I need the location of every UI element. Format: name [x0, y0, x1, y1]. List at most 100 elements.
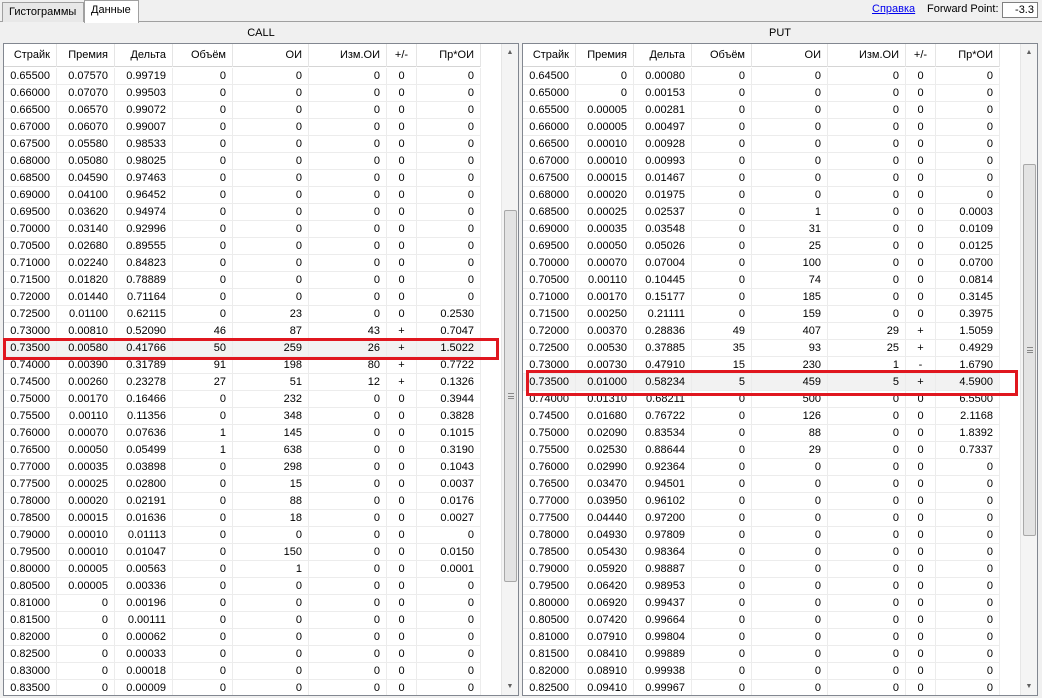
table-row[interactable]: 0.80000 0.06920 0.99437 0 0 0 0 0 [523, 595, 1000, 612]
table-row[interactable]: 0.83500 0 0.00009 0 0 0 0 0 [4, 680, 481, 695]
tab-histograms[interactable]: Гистограммы [2, 2, 84, 22]
table-row[interactable]: 0.68000 0.00020 0.01975 0 0 0 0 0 [523, 187, 1000, 204]
table-row[interactable]: 0.77000 0.00035 0.03898 0 298 0 0 0.1043 [4, 459, 481, 476]
table-row[interactable]: 0.81000 0 0.00196 0 0 0 0 0 [4, 595, 481, 612]
table-row[interactable]: 0.74500 0.00260 0.23278 27 51 12 +0.1326 [4, 374, 481, 391]
table-row[interactable]: 0.77500 0.00025 0.02800 0 15 0 0 0.0037 [4, 476, 481, 493]
table-row[interactable]: 0.74000 0.00390 0.31789 91 198 80 +0.7722 [4, 357, 481, 374]
table-row[interactable]: 0.65000 0 0.00153 0 0 0 0 0 [523, 85, 1000, 102]
table-row[interactable]: 0.65500 0.00005 0.00281 0 0 0 0 0 [523, 102, 1000, 119]
table-row[interactable]: 0.81500 0.08410 0.99889 0 0 0 0 0 [523, 646, 1000, 663]
table-row[interactable]: 0.70500 0.02680 0.89555 0 0 0 0 0 [4, 238, 481, 255]
table-row[interactable]: 0.81000 0.07910 0.99804 0 0 0 0 0 [523, 629, 1000, 646]
call-scroll-thumb[interactable] [504, 210, 517, 582]
table-row[interactable]: 0.78000 0.00020 0.02191 0 88 0 0 0.0176 [4, 493, 481, 510]
table-row[interactable]: 0.69500 0.00050 0.05026 0 25 0 0 0.0125 [523, 238, 1000, 255]
column-header-premium[interactable]: Премия [576, 44, 634, 67]
scroll-down-arrow-icon[interactable]: ▼ [1021, 678, 1037, 695]
table-row[interactable]: 0.66500 0.00010 0.00928 0 0 0 0 0 [523, 136, 1000, 153]
column-header-sign[interactable]: +/- [906, 44, 936, 67]
table-row[interactable]: 0.82500 0 0.00033 0 0 0 0 0 [4, 646, 481, 663]
table-row[interactable]: 0.67500 0.05580 0.98533 0 0 0 0 0 [4, 136, 481, 153]
table-row[interactable]: 0.74500 0.01680 0.76722 0 126 0 0 2.1168 [523, 408, 1000, 425]
table-row[interactable]: 0.71000 0.00170 0.15177 0 185 0 0 0.3145 [523, 289, 1000, 306]
table-row[interactable]: 0.76000 0.00070 0.07636 1 145 0 0 0.1015 [4, 425, 481, 442]
table-row[interactable]: 0.69000 0.04100 0.96452 0 0 0 0 0 [4, 187, 481, 204]
table-row[interactable]: 0.83000 0 0.00018 0 0 0 0 0 [4, 663, 481, 680]
table-row[interactable]: 0.71500 0.00250 0.21111 0 159 0 0 0.3975 [523, 306, 1000, 323]
table-row[interactable]: 0.78000 0.04930 0.97809 0 0 0 0 0 [523, 527, 1000, 544]
table-row[interactable]: 0.75000 0.02090 0.83534 0 88 0 0 1.8392 [523, 425, 1000, 442]
scroll-up-arrow-icon[interactable]: ▲ [502, 44, 518, 61]
column-header-pr-oi[interactable]: Пр*ОИ [417, 44, 481, 67]
table-row[interactable]: 0.67000 0.00010 0.00993 0 0 0 0 0 [523, 153, 1000, 170]
column-header-oi[interactable]: ОИ [752, 44, 828, 67]
call-scrollbar[interactable]: ▲ ▼ [501, 44, 518, 695]
table-row[interactable]: 0.74000 0.01310 0.68211 0 500 0 0 6.5500 [523, 391, 1000, 408]
table-row[interactable]: 0.75500 0.00110 0.11356 0 348 0 0 0.3828 [4, 408, 481, 425]
table-row[interactable]: 0.69000 0.00035 0.03548 0 31 0 0 0.0109 [523, 221, 1000, 238]
column-header-delta[interactable]: Дельта [115, 44, 173, 67]
table-row[interactable]: 0.79500 0.06420 0.98953 0 0 0 0 0 [523, 578, 1000, 595]
table-row[interactable]: 0.79000 0.00010 0.01113 0 0 0 0 0 [4, 527, 481, 544]
table-row[interactable]: 0.68500 0.04590 0.97463 0 0 0 0 0 [4, 170, 481, 187]
table-row[interactable]: 0.75000 0.00170 0.16466 0 232 0 0 0.3944 [4, 391, 481, 408]
table-row[interactable]: 0.72000 0.00370 0.28836 49 407 29 +1.5059 [523, 323, 1000, 340]
table-row[interactable]: 0.69500 0.03620 0.94974 0 0 0 0 0 [4, 204, 481, 221]
table-row[interactable]: 0.67500 0.00015 0.01467 0 0 0 0 0 [523, 170, 1000, 187]
table-row[interactable]: 0.76500 0.03470 0.94501 0 0 0 0 0 [523, 476, 1000, 493]
table-row[interactable]: 0.73500 0.01000 0.58234 5 459 5 +4.5900 [523, 374, 1000, 391]
table-row[interactable]: 0.79000 0.05920 0.98887 0 0 0 0 0 [523, 561, 1000, 578]
table-row[interactable]: 0.76500 0.00050 0.05499 1 638 0 0 0.3190 [4, 442, 481, 459]
forward-point-input[interactable]: -3.3 [1002, 2, 1038, 18]
table-row[interactable]: 0.77000 0.03950 0.96102 0 0 0 0 0 [523, 493, 1000, 510]
column-header-sign[interactable]: +/- [387, 44, 417, 67]
table-row[interactable]: 0.82000 0 0.00062 0 0 0 0 0 [4, 629, 481, 646]
table-row[interactable]: 0.72500 0.00530 0.37885 35 93 25 +0.4929 [523, 340, 1000, 357]
column-header-strike[interactable]: Страйк [4, 44, 57, 67]
table-row[interactable]: 0.70000 0.00070 0.07004 0 100 0 0 0.0700 [523, 255, 1000, 272]
table-row[interactable]: 0.82500 0.09410 0.99967 0 0 0 0 0 [523, 680, 1000, 695]
table-row[interactable]: 0.73000 0.00810 0.52090 46 87 43 +0.7047 [4, 323, 481, 340]
column-header-oi-change[interactable]: Изм.ОИ [309, 44, 387, 67]
table-row[interactable]: 0.68500 0.00025 0.02537 0 1 0 0 0.0003 [523, 204, 1000, 221]
table-row[interactable]: 0.65500 0.07570 0.99719 0 0 0 0 0 [4, 68, 481, 85]
table-row[interactable]: 0.81500 0 0.00111 0 0 0 0 0 [4, 612, 481, 629]
table-row[interactable]: 0.79500 0.00010 0.01047 0 150 0 0 0.0150 [4, 544, 481, 561]
column-header-delta[interactable]: Дельта [634, 44, 692, 67]
column-header-oi-change[interactable]: Изм.ОИ [828, 44, 906, 67]
table-row[interactable]: 0.68000 0.05080 0.98025 0 0 0 0 0 [4, 153, 481, 170]
table-row[interactable]: 0.72500 0.01100 0.62115 0 23 0 0 0.2530 [4, 306, 481, 323]
help-link[interactable]: Справка [872, 3, 915, 15]
table-row[interactable]: 0.66500 0.06570 0.99072 0 0 0 0 0 [4, 102, 481, 119]
table-row[interactable]: 0.73500 0.00580 0.41766 50 259 26 +1.5022 [4, 340, 481, 357]
table-row[interactable]: 0.72000 0.01440 0.71164 0 0 0 0 0 [4, 289, 481, 306]
column-header-oi[interactable]: ОИ [233, 44, 309, 67]
table-row[interactable]: 0.64500 0 0.00080 0 0 0 0 0 [523, 68, 1000, 85]
put-scrollbar[interactable]: ▲ ▼ [1020, 44, 1037, 695]
table-row[interactable]: 0.70500 0.00110 0.10445 0 74 0 0 0.0814 [523, 272, 1000, 289]
table-row[interactable]: 0.66000 0.07070 0.99503 0 0 0 0 0 [4, 85, 481, 102]
table-row[interactable]: 0.71000 0.02240 0.84823 0 0 0 0 0 [4, 255, 481, 272]
column-header-volume[interactable]: Объём [692, 44, 752, 67]
scroll-up-arrow-icon[interactable]: ▲ [1021, 44, 1037, 61]
table-row[interactable]: 0.80500 0.07420 0.99664 0 0 0 0 0 [523, 612, 1000, 629]
table-row[interactable]: 0.71500 0.01820 0.78889 0 0 0 0 0 [4, 272, 481, 289]
put-scroll-thumb[interactable] [1023, 164, 1036, 536]
table-row[interactable]: 0.67000 0.06070 0.99007 0 0 0 0 0 [4, 119, 481, 136]
table-row[interactable]: 0.73000 0.00730 0.47910 15 230 1-1.6790 [523, 357, 1000, 374]
table-row[interactable]: 0.77500 0.04440 0.97200 0 0 0 0 0 [523, 510, 1000, 527]
column-header-premium[interactable]: Премия [57, 44, 115, 67]
table-row[interactable]: 0.75500 0.02530 0.88644 0 29 0 0 0.7337 [523, 442, 1000, 459]
table-row[interactable]: 0.78500 0.05430 0.98364 0 0 0 0 0 [523, 544, 1000, 561]
table-row[interactable]: 0.80500 0.00005 0.00336 0 0 0 0 0 [4, 578, 481, 595]
table-row[interactable]: 0.80000 0.00005 0.00563 0 1 0 0 0.0001 [4, 561, 481, 578]
column-header-volume[interactable]: Объём [173, 44, 233, 67]
table-row[interactable]: 0.70000 0.03140 0.92996 0 0 0 0 0 [4, 221, 481, 238]
column-header-pr-oi[interactable]: Пр*ОИ [936, 44, 1000, 67]
table-row[interactable]: 0.66000 0.00005 0.00497 0 0 0 0 0 [523, 119, 1000, 136]
table-row[interactable]: 0.82000 0.08910 0.99938 0 0 0 0 0 [523, 663, 1000, 680]
table-row[interactable]: 0.76000 0.02990 0.92364 0 0 0 0 0 [523, 459, 1000, 476]
tab-data[interactable]: Данные [84, 0, 139, 23]
table-row[interactable]: 0.78500 0.00015 0.01636 0 18 0 0 0.0027 [4, 510, 481, 527]
